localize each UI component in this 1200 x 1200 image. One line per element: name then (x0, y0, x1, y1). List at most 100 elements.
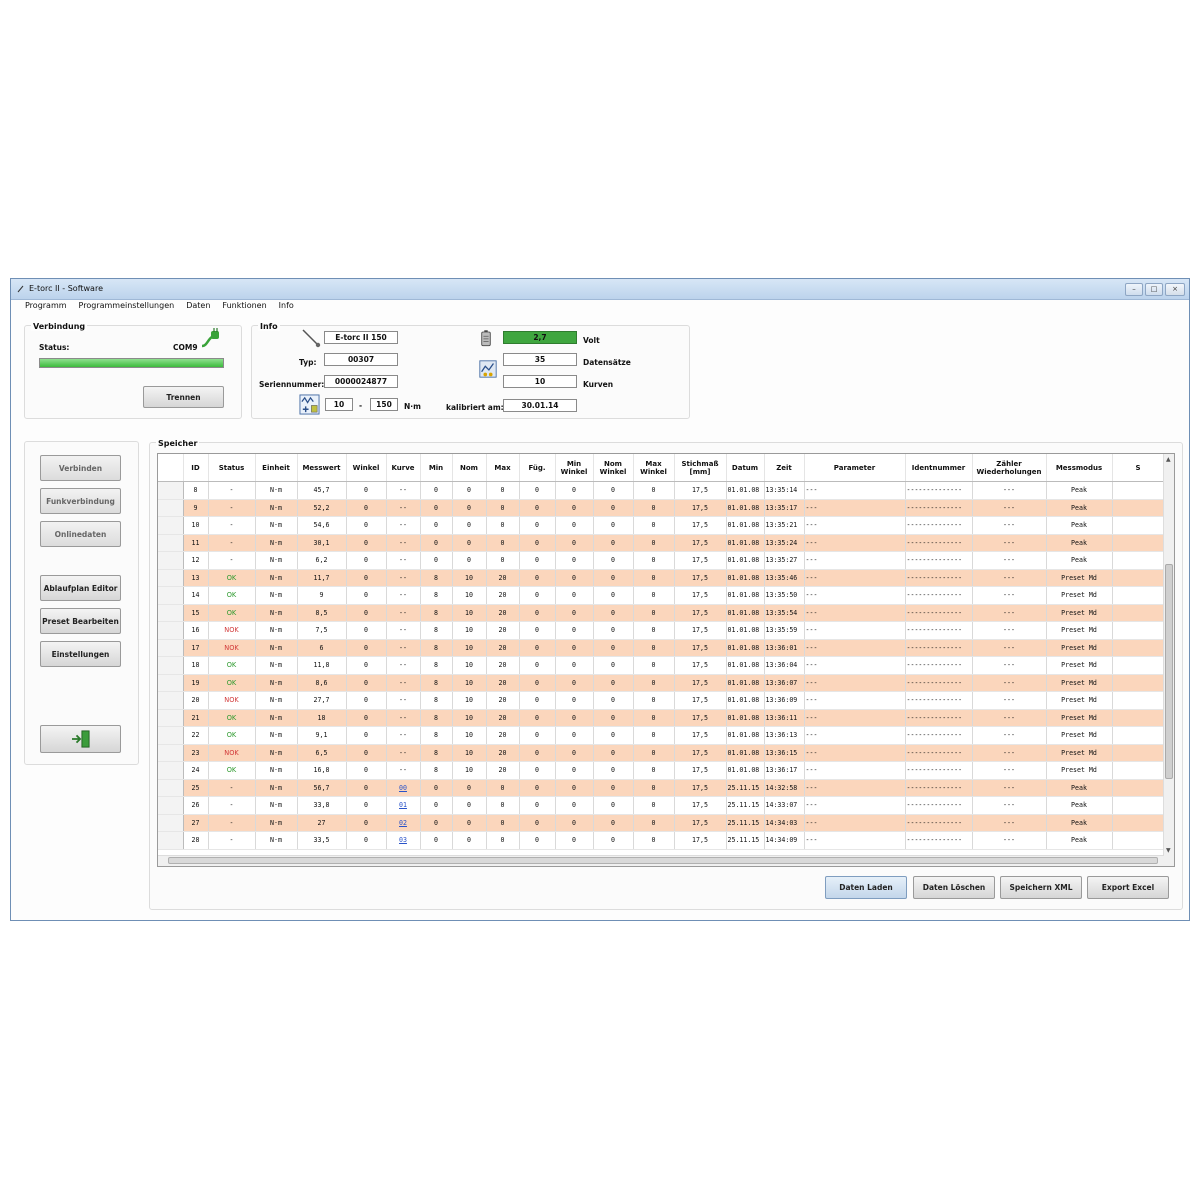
flow-editor-button[interactable]: Ablaufplan Editor (40, 575, 121, 601)
row-selector[interactable] (158, 744, 184, 762)
table-row[interactable]: 28- N·m 33,5 0 03 0 0 0 0 0 0 0 17,5 25.11.15 14:34:09… (158, 831, 1165, 850)
save-xml-button[interactable]: Speichern XML (1000, 876, 1082, 899)
table-row[interactable]: 24 OK N·m 16,8 0 -- 8 10 20 0 0 0 0 17,5 01.01.08 13:36… (158, 761, 1165, 780)
row-selector[interactable] (158, 516, 184, 535)
column-header[interactable]: Identnummer (905, 454, 973, 482)
column-header[interactable]: Nom Winkel (593, 454, 634, 482)
delete-data-button[interactable]: Daten Löschen (913, 876, 995, 899)
load-data-button[interactable]: Daten Laden (825, 876, 907, 899)
column-header[interactable]: Füg. (519, 454, 556, 482)
scroll-down-arrow[interactable]: ▼ (1166, 847, 1171, 854)
row-selector[interactable] (158, 569, 184, 587)
column-header[interactable]: Datum (726, 454, 765, 482)
table-row[interactable]: 10- N·m 54,6 0 -- 0 0 0 0 0 0 0 17,5 01.01.08 13:35:21… (158, 516, 1165, 535)
column-header[interactable]: Messmodus (1046, 454, 1113, 482)
column-header[interactable]: Min Winkel (555, 454, 594, 482)
column-header[interactable]: Nom (452, 454, 487, 482)
column-header[interactable]: Zeit (764, 454, 805, 482)
column-header[interactable]: Max (486, 454, 520, 482)
table-horizontal-scrollbar[interactable] (158, 855, 1164, 866)
row-selector[interactable] (158, 796, 184, 815)
menu-programmeinstellungen[interactable]: Programmeinstellungen (79, 299, 175, 313)
column-header[interactable]: Einheit (255, 454, 298, 482)
connect-button[interactable]: Verbinden (40, 455, 121, 481)
table-row[interactable]: 14 OK N·m 9 0 -- 8 10 20 0 0 0 0 17,5 01.01.08 13:35:50… (158, 586, 1165, 605)
table-row[interactable]: 26- N·m 33,8 0 01 0 0 0 0 0 0 0 17,5 25.11.15 14:33:07… (158, 796, 1165, 815)
preset-edit-button[interactable]: Preset Bearbeiten (40, 608, 121, 634)
column-header[interactable]: Messwert (297, 454, 347, 482)
row-selector[interactable] (158, 621, 184, 640)
table-row[interactable]: 21 OK N·m 18 0 -- 8 10 20 0 0 0 0 17,5 01.01.08 13:36:1… (158, 709, 1165, 727)
table-cell: 0 (346, 621, 387, 640)
row-selector[interactable] (158, 656, 184, 675)
row-selector[interactable] (158, 761, 184, 780)
radio-connection-button[interactable]: Funkverbindung (40, 488, 121, 514)
row-selector[interactable] (158, 814, 184, 832)
column-header[interactable]: ID (183, 454, 209, 482)
column-header[interactable]: S (1112, 454, 1165, 482)
row-selector[interactable] (158, 726, 184, 745)
curve-link[interactable]: 00 (399, 784, 407, 792)
column-header[interactable]: Max Winkel (633, 454, 675, 482)
table-cell: 0 (452, 796, 487, 815)
column-header[interactable]: Min (420, 454, 453, 482)
menu-info[interactable]: Info (279, 299, 294, 313)
settings-button[interactable]: Einstellungen (40, 641, 121, 667)
scroll-up-arrow[interactable]: ▲ (1166, 456, 1171, 463)
table-cell: --- (804, 726, 906, 745)
curve-link[interactable]: 03 (399, 836, 407, 844)
table-row[interactable]: 17 NOK N·m 6 0 -- 8 10 20 0 0 0 0 17,5 01.01.08 13:36:0… (158, 639, 1165, 657)
table-row[interactable]: 20 NOK N·m 27,7 0 -- 8 10 20 0 0 0 0 17,5 01.01.08 13:3… (158, 691, 1165, 710)
table-row[interactable]: 8- N·m 45,7 0 -- 0 0 0 0 0 0 0 17,5 01.01.08 13:35:14-… (158, 481, 1165, 500)
row-selector[interactable] (158, 639, 184, 657)
table-row[interactable]: 12- N·m 6,2 0 -- 0 0 0 0 0 0 0 17,5 01.01.08 13:35:27-… (158, 551, 1165, 570)
menu-daten[interactable]: Daten (186, 299, 210, 313)
column-header[interactable]: Stichmaß [mm] (674, 454, 727, 482)
row-selector[interactable] (158, 831, 184, 850)
table-row[interactable]: 23 NOK N·m 6,5 0 -- 8 10 20 0 0 0 0 17,5 01.01.08 13:36… (158, 744, 1165, 762)
row-selector[interactable] (158, 674, 184, 692)
table-vertical-scroll-thumb[interactable] (1165, 564, 1173, 779)
app-window: E-torc II - Software – □ × Programm Prog… (10, 278, 1190, 921)
table-horizontal-scroll-thumb[interactable] (168, 857, 1158, 864)
exit-button[interactable] (40, 725, 121, 753)
row-selector[interactable] (158, 604, 184, 622)
column-header[interactable]: Kurve (386, 454, 421, 482)
table-row[interactable]: 19 OK N·m 8,6 0 -- 8 10 20 0 0 0 0 17,5 01.01.08 13:36:… (158, 674, 1165, 692)
curve-link[interactable]: 01 (399, 801, 407, 809)
table-vertical-scrollbar[interactable]: ▲ ▼ (1163, 454, 1174, 866)
row-selector[interactable] (158, 586, 184, 605)
table-cell: Peak (1046, 796, 1113, 815)
row-selector[interactable] (158, 499, 184, 517)
table-row[interactable]: 11- N·m 30,1 0 -- 0 0 0 0 0 0 0 17,5 01.01.08 13:35:24… (158, 534, 1165, 552)
table-row[interactable]: 22 OK N·m 9,1 0 -- 8 10 20 0 0 0 0 17,5 01.01.08 13:36:… (158, 726, 1165, 745)
online-data-button[interactable]: Onlinedaten (40, 521, 121, 547)
table-row[interactable]: 18 OK N·m 11,8 0 -- 8 10 20 0 0 0 0 17,5 01.01.08 13:36… (158, 656, 1165, 675)
column-header[interactable]: Status (208, 454, 256, 482)
column-header[interactable]: Parameter (804, 454, 906, 482)
table-row[interactable]: 27- N·m 27 0 02 0 0 0 0 0 0 0 17,5 25.11.15 14:34:03 --… (158, 814, 1165, 832)
row-selector[interactable] (158, 534, 184, 552)
table-row[interactable]: 9- N·m 52,2 0 -- 0 0 0 0 0 0 0 17,5 01.01.08 13:35:17-… (158, 499, 1165, 517)
menu-funktionen[interactable]: Funktionen (222, 299, 266, 313)
maximize-button[interactable]: □ (1145, 283, 1163, 296)
row-selector[interactable] (158, 551, 184, 570)
row-selector[interactable] (158, 779, 184, 797)
table-row[interactable]: 13 OK N·m 11,7 0 -- 8 10 20 0 0 0 0 17,5 01.01.08 13:35… (158, 569, 1165, 587)
row-selector[interactable] (158, 709, 184, 727)
table-row[interactable]: 15 OK N·m 8,5 0 -- 8 10 20 0 0 0 0 17,5 01.01.08 13:35:… (158, 604, 1165, 622)
menu-programm[interactable]: Programm (25, 299, 67, 313)
table-cell: 0 (593, 516, 634, 535)
export-excel-button[interactable]: Export Excel (1087, 876, 1169, 899)
table-cell: 13:36:04 (764, 656, 805, 675)
row-selector[interactable] (158, 481, 184, 500)
table-row[interactable]: 25- N·m 56,7 0 00 0 0 0 0 0 0 0 17,5 25.11.15 14:32:58… (158, 779, 1165, 797)
column-header[interactable]: Zähler Wiederholungen (972, 454, 1047, 482)
minimize-button[interactable]: – (1125, 283, 1143, 296)
column-header[interactable]: Winkel (346, 454, 387, 482)
close-button[interactable]: × (1165, 283, 1185, 296)
table-row[interactable]: 16 NOK N·m 7,5 0 -- 8 10 20 0 0 0 0 17,5 01.01.08 13:35… (158, 621, 1165, 640)
row-selector[interactable] (158, 691, 184, 710)
disconnect-button[interactable]: Trennen (143, 386, 224, 408)
curve-link[interactable]: 02 (399, 819, 407, 827)
